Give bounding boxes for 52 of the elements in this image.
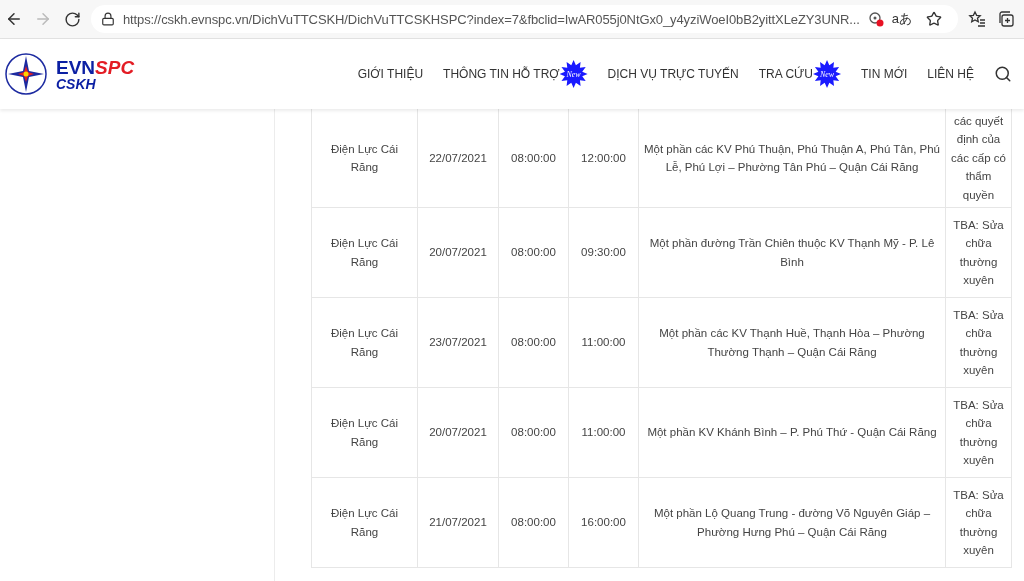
table-cell: Một phần các KV Phú Thuận, Phú Thuận A, Phú Tân, Phú Lễ, Phú Lợi – Phường Tân Phú – Quận Cái Răng [638,109,946,208]
table-cell: 09:30:00 [568,207,639,298]
table-cell: Điện Lực Cái Răng [311,109,418,208]
logo-icon [4,52,48,96]
table-cell: TBA: Sửa chữa thường xuyên [945,477,1012,568]
nav-link[interactable]: GIỚI THIỆU [357,67,424,81]
url-text: https://cskh.evnspc.vn/DichVuTTCSKH/DichVuTTCSKHSPC?index=7&fbclid=IwAR055j0NtGx0_y4yziWoeI0bB2yittXLeZY3UNR... [122,11,860,27]
new-badge: New [559,60,588,88]
collections-icon [996,10,1015,28]
logo-text: EVN [56,56,96,78]
table-cell: Một phần các KV Thạnh Huề, Thạnh Hòa – Phường Thường Thạnh – Quận Cái Răng [638,297,946,388]
table-cell: Một phần đường Trần Chiên thuộc KV Thạnh Mỹ - P. Lê Bình [638,207,946,298]
address-bar[interactable]: https://cskh.evnspc.vn/DichVuTTCSKH/DichVuTTCSKHSPC?index=7&fbclid=IwAR055j0NtGx0_y4yziWoeI0bB2yittXLeZY3UNR... aあ [90,5,959,33]
favorites-icon [967,10,986,28]
table-cell: Một phần Lộ Quang Trung - đường Võ Nguyên Giáp – Phường Hưng Phú – Quận Cái Răng [638,477,946,568]
read-aloud-icon[interactable]: aあ [891,10,913,28]
nav-link[interactable]: LIÊN HỆ [927,67,974,81]
table-cell: 23/07/2021 [417,297,499,388]
logo-text: SPC [95,56,135,78]
table-cell: 20/07/2021 [417,387,499,478]
table-cell: 12:00:00 [568,109,639,208]
table-cell: Điện Lực Cái Răng [311,297,418,388]
nav-link[interactable]: TRA CỨU [758,67,813,81]
nav-link[interactable]: TIN MỚI [861,67,908,81]
table-cell: 08:00:00 [498,387,569,478]
table-cell: Một phần KV Khánh Bình – P. Phú Thứ - Quận Cái Răng [638,387,946,478]
table-cell: 22/07/2021 [417,109,499,208]
table-cell: TBA: Sửa chữa thường xuyên [945,387,1012,478]
table-cell: 21/07/2021 [417,477,499,568]
table-cell: Điện Lực Cái Răng [311,387,418,478]
table-cell: TBA: Sửa chữa thường xuyên [945,207,1012,298]
table-cell: 08:00:00 [498,477,569,568]
search-icon[interactable] [994,65,1012,83]
table-cell: các quyết định của các cấp có thẩm quyền [945,109,1012,208]
table-cell: 11:00:00 [568,387,639,478]
table-cell: TBA: Sửa chữa thường xuyên [945,297,1012,388]
table-cell: 08:00:00 [498,207,569,298]
nav-link[interactable]: THÔNG TIN HỖ TRỢ [443,67,560,81]
lock-icon [100,12,115,26]
logo-subtitle: CSKH [56,76,97,91]
nav-link[interactable]: DỊCH VỤ TRỰC TUYẾN [607,67,739,81]
table-cell: Điện Lực Cái Răng [311,477,418,568]
table-cell: 08:00:00 [498,109,569,208]
table-cell: 16:00:00 [568,477,639,568]
table-cell: 11:00:00 [568,297,639,388]
star-icon [926,11,943,27]
table-cell: 08:00:00 [498,297,569,388]
reload-icon [63,10,81,28]
tracking-icon[interactable] [867,11,884,27]
table-cell: 20/07/2021 [417,207,499,298]
table-cell: Điện Lực Cái Răng [311,207,418,298]
new-badge: New [813,60,841,88]
